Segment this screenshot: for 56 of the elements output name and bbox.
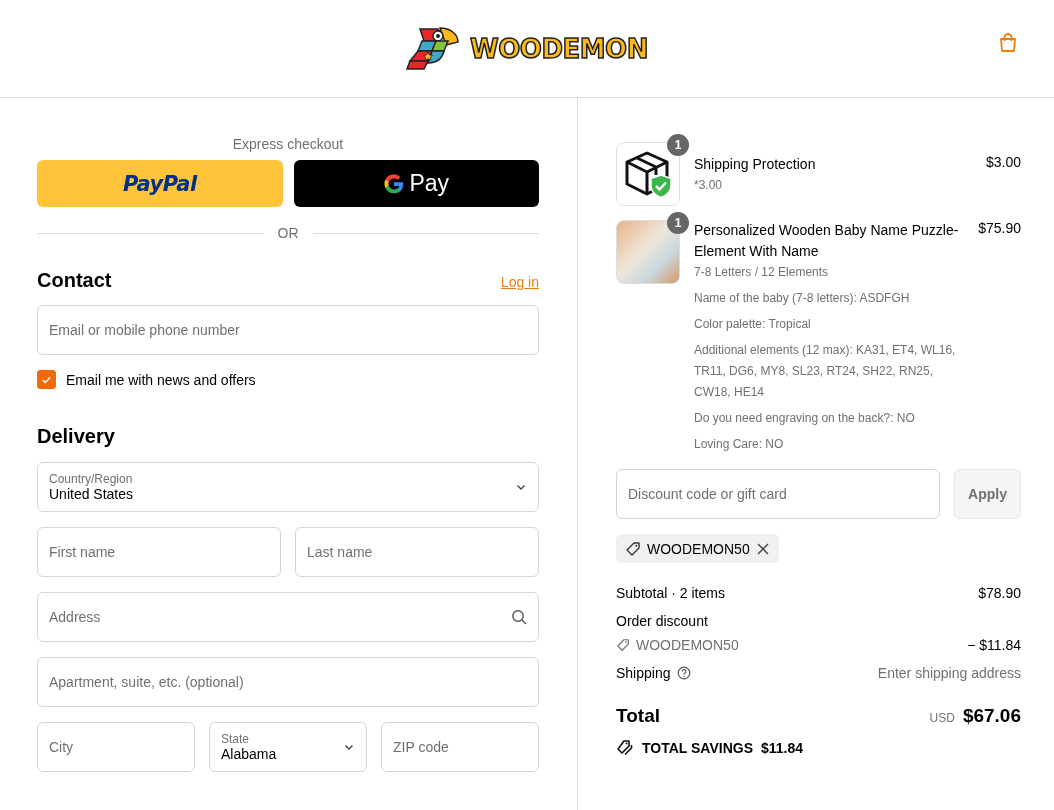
discount-value: − $11.84	[967, 637, 1021, 653]
contact-heading: Contact	[37, 269, 112, 292]
text-field[interactable]: First name	[37, 527, 281, 577]
tag-icon	[616, 638, 630, 652]
search-icon	[511, 609, 527, 625]
shipping-label: Shipping	[616, 665, 671, 681]
newsletter-label: Email me with news and offers	[66, 371, 256, 388]
total-label: Total	[616, 705, 660, 727]
quantity-badge: 1	[667, 134, 689, 156]
shopping-bag-icon[interactable]	[997, 32, 1019, 54]
dropdown-field[interactable]: Country/Region United States	[37, 462, 539, 512]
applied-code: WOODEMON50	[636, 637, 739, 653]
text-field[interactable]: City	[37, 722, 195, 772]
total-savings-value: $11.84	[761, 740, 804, 756]
shipping-value: Enter shipping address	[877, 665, 1021, 681]
total-value: $67.06	[962, 705, 1021, 727]
text-field[interactable]: Last name	[295, 527, 539, 577]
newsletter-checkbox[interactable]	[37, 370, 56, 389]
product-detail: Loving Care: NO	[694, 436, 785, 453]
email-field[interactable]: Email or mobile phone number	[37, 305, 539, 355]
subtotal-value: $78.90	[978, 585, 1021, 601]
total-savings-label: TOTAL SAVINGS	[642, 740, 753, 756]
apply-button[interactable]: Apply	[954, 469, 1021, 519]
product-detail: Do you need engraving on the back?: NO	[694, 410, 916, 427]
quantity-badge: 1	[667, 212, 689, 234]
brand-name: WOODEMON	[470, 33, 648, 64]
checkmark-icon	[41, 374, 52, 385]
paypal-button[interactable]: PayPal	[37, 160, 283, 207]
product-detail: Color palette: Tropical	[694, 316, 812, 333]
tag-icon	[625, 540, 641, 557]
order-discount-label: Order discount	[616, 613, 708, 629]
product-price: $3.00	[985, 153, 1021, 172]
address-field[interactable]: Address	[37, 592, 539, 642]
express-checkout-label: Express checkout	[232, 136, 344, 152]
or-divider-label: OR	[277, 225, 299, 241]
product-detail: Name of the baby (7-8 letters): ASDFGH	[694, 290, 911, 307]
dropdown-field[interactable]: State Alabama	[209, 722, 367, 772]
google-pay-button[interactable]: Pay	[293, 160, 539, 207]
help-icon[interactable]	[676, 666, 691, 680]
discount-code-field[interactable]: Discount code or gift card	[616, 469, 940, 519]
product-detail: *3.00	[694, 177, 724, 194]
product-price: $75.90	[978, 220, 1021, 238]
close-icon[interactable]	[755, 541, 770, 556]
discount-code-label: WOODEMON50	[647, 540, 750, 557]
login-link[interactable]: Log in	[500, 274, 539, 290]
google-g-icon	[383, 172, 406, 195]
text-field[interactable]: Apartment, suite, etc. (optional)	[37, 657, 539, 707]
product-detail: 7-8 Letters / 12 Elements	[694, 264, 830, 281]
delivery-heading: Delivery	[37, 425, 116, 448]
product-detail: Additional elements (12 max): KA31, ET4, WL16, TR11, DG6, MY8, SL23, RT24, SH22, RN25, CW18, HE14	[694, 342, 957, 401]
text-field[interactable]: ZIP code	[381, 722, 539, 772]
product-name: Personalized Wooden Baby Name Puzzle-Element With Name	[694, 221, 960, 261]
product-name: Shipping Protection	[694, 155, 817, 174]
tags-icon	[616, 739, 634, 757]
currency-label: USD	[929, 711, 955, 725]
subtotal-label: Subtotal · 2 items	[616, 585, 725, 601]
